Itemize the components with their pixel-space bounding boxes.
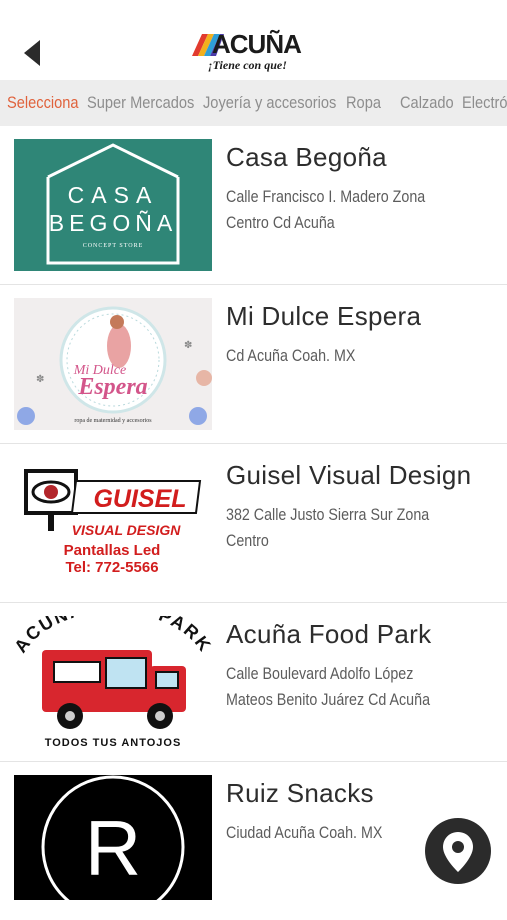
thumb-line1: R [85,804,141,892]
thumb-line4: Tel: 772-5566 [65,559,158,576]
category-tab-ropa[interactable]: Ropa [346,80,381,126]
thumb-line2: TODOS TUS ANTOJOS [45,737,182,748]
map-button[interactable] [425,818,491,884]
business-address: 382 Calle Justo Sierra Sur Zona Centro [226,505,430,550]
business-name[interactable]: Mi Dulce Espera [226,301,421,332]
logo-tagline: ¡Tiene con que! [208,58,287,72]
back-button[interactable] [18,36,48,70]
business-thumbnail: Mi Dulce Espera ropa de maternidad y acc… [14,298,212,430]
list-item[interactable]: GUISEL VISUAL DESIGN Pantallas Led Tel: … [0,444,507,603]
list-item[interactable]: CASA BEGOÑA CONCEPT STORE Casa Begoña Ca… [0,126,507,285]
business-name[interactable]: Acuña Food Park [226,619,431,650]
guisel-logo: GUISEL VISUAL DESIGN Pantallas Led Tel: … [24,469,202,576]
thumb-line3: Pantallas Led [64,542,161,559]
business-address: Calle Boulevard Adolfo López Mateos Beni… [226,664,431,709]
business-thumbnail: R [14,775,212,900]
thumb-line2: BEGOÑA [49,210,177,236]
casa-begona-logo: CASA BEGOÑA CONCEPT STORE [46,143,180,265]
svg-text:✽: ✽ [184,340,192,351]
thumb-line3: ropa de maternidad y accesorios [74,418,152,424]
acuna-food-park-logo: ACUÑA FOOD PARK TODOS TUS ANTOJOS [14,616,212,748]
category-tab-super-mercados[interactable]: Super Mercados [87,80,194,126]
app-logo: ACUÑA ¡Tiene con que! [190,30,320,74]
svg-text:✽: ✽ [36,374,44,385]
business-address: Calle Francisco I. Madero Zona Centro Cd… [226,187,426,232]
thumb-line3: CONCEPT STORE [83,243,144,249]
list-item[interactable]: Mi Dulce Espera ropa de maternidad y acc… [0,285,507,444]
business-thumbnail: CASA BEGOÑA CONCEPT STORE [14,139,212,271]
business-name[interactable]: Casa Begoña [226,142,387,173]
map-pin-icon [443,832,473,872]
business-name[interactable]: Guisel Visual Design [226,460,471,491]
logo-text: ACUÑA [212,29,302,59]
business-name[interactable]: Ruiz Snacks [226,778,374,809]
category-tab-selecciona[interactable]: Selecciona [7,80,79,126]
thumb-line1: GUISEL [93,485,186,513]
thumb-line2: VISUAL DESIGN [72,522,182,538]
list-item[interactable]: ACUÑA FOOD PARK TODOS TUS ANTOJOS Acuña … [0,603,507,762]
mi-dulce-espera-logo: Mi Dulce Espera ropa de maternidad y acc… [17,306,212,425]
business-thumbnail: GUISEL VISUAL DESIGN Pantallas Led Tel: … [14,457,212,589]
thumb-line1: CASA [68,182,159,208]
business-address: Ciudad Acuña Coah. MX [226,823,383,842]
category-bar: Selecciona Super Mercados Joyería y acce… [0,80,507,126]
business-thumbnail: ACUÑA FOOD PARK TODOS TUS ANTOJOS [14,616,212,748]
ruiz-snacks-logo: R [41,775,185,900]
app-header: ACUÑA ¡Tiene con que! [0,0,507,80]
business-address: Cd Acuña Coah. MX [226,346,356,365]
category-tab-joyeria[interactable]: Joyería y accesorios [203,80,336,126]
back-arrow-icon [24,40,40,66]
category-tab-electronica[interactable]: Electrónica [462,80,507,126]
category-tab-calzado[interactable]: Calzado [400,80,454,126]
thumb-line2: Espera [77,374,147,400]
